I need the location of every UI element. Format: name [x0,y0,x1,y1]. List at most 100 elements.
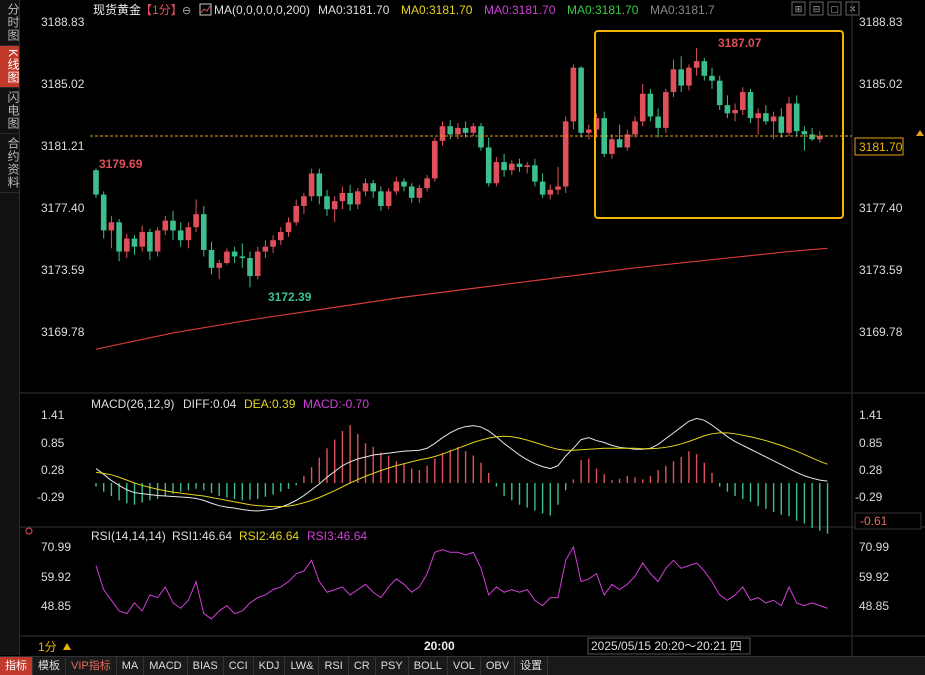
candle-body [416,188,423,198]
ma-value-5: MA0:3181.7 [650,3,715,17]
candle-body [747,92,754,119]
period-up-icon[interactable] [63,643,71,650]
ma-params: MA(0,0,0,0,0,200) [214,3,310,17]
candle-body [231,251,238,257]
indicator-tab-14[interactable]: OBV [481,657,516,675]
indicator-tab-8[interactable]: LW& [285,657,320,675]
candle-body [478,126,484,148]
rsi-axis-left-1: 70.99 [41,540,71,554]
price-axis-left-6: 3169.78 [41,325,85,339]
sidebar-tab-kline[interactable]: K线图 [0,46,20,89]
indicator-tab-10[interactable]: CR [349,657,376,675]
period-label: 【1分】 [140,3,183,17]
macd-diff: DIFF:0.04 [183,397,237,411]
indicator-tab-5[interactable]: BIAS [188,657,224,675]
candle-body [740,92,746,110]
candle-body [578,67,584,133]
candle-body [331,201,338,210]
candle-body [116,222,122,252]
candle-body [670,69,677,93]
candle-body [462,127,469,133]
macd-axis-right-1: 1.41 [859,408,883,422]
indicator-tab-3[interactable]: MA [117,657,145,675]
macd-label: MACD(26,12,9) [91,397,174,411]
indicator-tab-4[interactable]: MACD [144,657,188,675]
candle-body [647,93,654,117]
chart-type-icon-line [200,5,211,14]
candle-body [308,173,315,197]
indicator-tab-15[interactable]: 设置 [515,657,549,675]
candle-body [201,214,207,250]
candle-body [100,194,107,231]
indicator-tab-13[interactable]: VOL [448,657,481,675]
rsi-axis-right-1: 70.99 [859,540,889,554]
candle-body [678,69,684,86]
rsi1-value: RSI1:46.64 [172,529,232,543]
sidebar-tab-flash[interactable]: 闪电图 [0,88,20,135]
candle-body [570,67,577,122]
macd-dea: DEA:0.39 [244,397,296,411]
ma200-line [95,247,828,350]
candle-body [224,251,230,263]
candle-body [316,173,323,197]
macd-current-label: -0.61 [860,514,888,528]
sidebar-tab-contract-info[interactable]: 合约资料 [0,134,20,194]
candle-body [793,103,800,132]
time-tick-2000: 20:00 [424,639,455,653]
candle-body [609,139,615,154]
marker-low: 3172.39 [268,290,312,304]
indicator-tab-7[interactable]: KDJ [254,657,286,675]
indicator-tab-2[interactable]: VIP指标 [66,657,117,675]
candle-body [208,249,215,268]
candle-body [108,222,115,231]
macd-value: MACD:-0.70 [303,397,369,411]
candle-body [293,206,299,223]
ma200-polyline [95,247,828,350]
settings-icon[interactable]: ⊖ [182,5,191,17]
candle-body [177,230,184,241]
candle-body [809,134,815,140]
minimize-icon: ⊟ [813,4,821,14]
candle-body [778,116,785,133]
ma-value-2: MA0:3181.70 [401,3,473,17]
indicator-toolbar: 指标 模板 VIP指标 MA MACD BIAS CCI KDJ LW& RSI CR PSY BOLL… [0,656,925,675]
candle-body [154,230,161,252]
current-price-label: 3181.70 [859,140,903,154]
candle-body [432,140,438,179]
diff-polyline [95,417,828,512]
rsi-axis-right-2: 59.92 [859,570,889,584]
candle-body [147,232,153,252]
indicator-tab-0[interactable]: 指标 [0,657,33,675]
chart-area[interactable]: 现货黄金 【1分】 ⊖ MA(0,0,0,0,0,200) MA0:3181.7… [20,0,925,656]
indicator-tab-9[interactable]: RSI [319,657,349,675]
period-tag[interactable]: 1分 [38,640,57,654]
candle-body [193,214,199,228]
candle-body [732,109,738,114]
candle-body [632,121,638,135]
instrument-name: 现货黄金 [93,2,141,17]
candle-body [139,232,145,247]
candle-body [216,262,222,268]
indicator-tab-12[interactable]: BOLL [409,657,448,675]
candle-body [470,126,477,133]
candle-body [686,67,692,86]
candle-body [501,162,507,171]
rsi-axis-right-3: 48.85 [859,599,889,613]
indicator-tab-6[interactable]: CCI [224,657,254,675]
rsi3-value: RSI3:46.64 [307,529,367,543]
indicator-tab-11[interactable]: PSY [376,657,409,675]
candle-body [324,196,330,210]
candle-body [455,127,461,135]
macd-axis-left-1: 1.41 [41,408,65,422]
candle-body [693,61,700,68]
candle-body [262,246,269,252]
candle-body [716,80,723,106]
candle-body [509,163,515,171]
candlesticks [93,48,823,288]
price-axis-right-4: 3177.40 [859,201,903,215]
candle-body [278,232,284,241]
target-icon[interactable] [25,527,33,535]
sidebar-tab-timeshare[interactable]: 分时图 [0,0,20,46]
candle-body [539,181,546,195]
indicator-tab-1[interactable]: 模板 [33,657,66,675]
